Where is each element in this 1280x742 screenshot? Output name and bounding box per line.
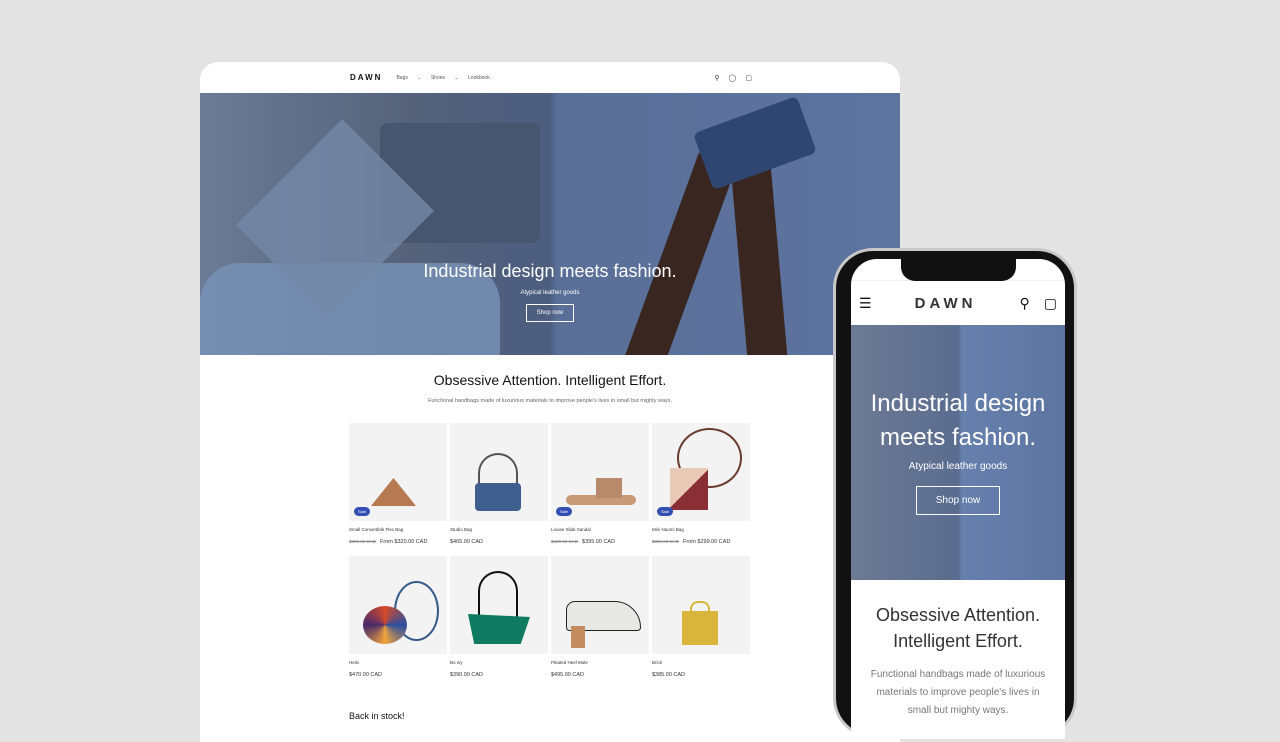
product-image[interactable]: Sale xyxy=(551,423,649,521)
original-price: $430.00 CAD xyxy=(551,539,579,544)
product-name[interactable]: Mini Naomi Bag xyxy=(652,527,750,532)
product-card[interactable]: Helix $470.00 CAD xyxy=(349,556,447,689)
current-price: $385.00 CAD xyxy=(652,672,686,678)
product-card[interactable]: Sale Mini Naomi Bag $355.00 CAD From $299… xyxy=(652,423,750,556)
product-image[interactable]: Sale xyxy=(652,423,750,521)
hero-banner: Industrial design meets fashion. Atypica… xyxy=(851,325,1065,580)
product-name[interactable]: Helix xyxy=(349,660,447,665)
cart-icon[interactable]: ▢ xyxy=(745,74,752,82)
logo[interactable]: DAWN xyxy=(350,73,382,82)
product-card[interactable]: Pleated Heel Mule $495.00 CAD xyxy=(551,556,649,689)
product-card[interactable]: Brick $385.00 CAD xyxy=(652,556,750,689)
product-card[interactable]: Bo Ivy $390.00 CAD xyxy=(450,556,548,689)
current-price: $390.00 CAD xyxy=(450,672,484,678)
product-name[interactable]: Bo Ivy xyxy=(450,660,548,665)
product-name[interactable]: Studio Bag xyxy=(450,527,548,532)
hero-title: Industrial design meets fashion. xyxy=(423,261,677,281)
shop-now-button[interactable]: Shop now xyxy=(525,304,575,322)
section-text: Functional handbags made of luxurious ma… xyxy=(427,398,673,404)
current-price: $470.00 CAD xyxy=(349,672,383,678)
sale-badge: Sale xyxy=(354,507,371,516)
main-nav: Bags ⌄ Shoes ⌄ Lookbook xyxy=(396,75,497,81)
cart-icon[interactable]: ▢ xyxy=(1044,295,1057,312)
current-price: $495.00 CAD xyxy=(551,672,585,678)
original-price: $395.00 CAD xyxy=(349,539,377,544)
current-price: $465.00 CAD xyxy=(450,539,484,545)
shop-now-button[interactable]: Shop now xyxy=(915,486,1001,515)
product-image[interactable] xyxy=(652,556,750,654)
search-icon[interactable]: ⚲ xyxy=(1020,295,1030,312)
original-price: $355.00 CAD xyxy=(652,539,680,544)
product-price: $470.00 CAD xyxy=(349,672,447,678)
product-price: $355.00 CAD From $299.00 CAD xyxy=(652,539,750,545)
section-title: Obsessive Attention. Intelligent Effort. xyxy=(433,372,667,388)
product-card[interactable]: Sale Small Convertible Flex Bag $395.00 … xyxy=(349,423,447,556)
product-price: $495.00 CAD xyxy=(551,672,649,678)
product-image[interactable] xyxy=(450,556,548,654)
nav-bags[interactable]: Bags ⌄ xyxy=(396,75,421,81)
product-grid: Sale Small Convertible Flex Bag $395.00 … xyxy=(349,423,751,689)
mobile-mockup: Free shipping on all orders! ☰ DAWN ⚲ ▢ … xyxy=(833,248,1077,739)
menu-icon[interactable]: ☰ xyxy=(859,295,872,312)
product-image[interactable] xyxy=(450,423,548,521)
current-price: From $299.00 CAD xyxy=(683,539,731,545)
hero-subtitle: Atypical leather goods xyxy=(520,290,580,296)
product-price: $395.00 CAD From $320.00 CAD xyxy=(349,539,447,545)
nav-shoes[interactable]: Shoes ⌄ xyxy=(431,75,459,81)
section-text: Functional handbags made of luxurious ma… xyxy=(870,669,1046,716)
product-name[interactable]: Pleated Heel Mule xyxy=(551,660,649,665)
nav-label: Shoes xyxy=(430,74,446,81)
product-name[interactable]: Brick xyxy=(652,660,750,665)
hero-subtitle: Atypical leather goods xyxy=(908,461,1008,472)
search-icon[interactable]: ⚲ xyxy=(714,74,719,82)
logo[interactable]: DAWN xyxy=(872,295,1020,312)
sale-badge: Sale xyxy=(657,507,674,516)
phone-notch xyxy=(901,259,1016,281)
account-icon[interactable]: ◯ xyxy=(729,74,737,82)
section-title: Obsessive Attention. Intelligent Effort. xyxy=(875,605,1041,651)
product-price: $390.00 CAD xyxy=(450,672,548,678)
hero-title: Industrial design meets fashion. xyxy=(870,390,1046,451)
product-name[interactable]: Small Convertible Flex Bag xyxy=(349,527,447,532)
product-image[interactable] xyxy=(551,556,649,654)
sale-badge: Sale xyxy=(556,507,573,516)
current-price: From $320.00 CAD xyxy=(380,539,428,545)
nav-lookbook[interactable]: Lookbook xyxy=(468,75,490,81)
desktop-mockup: DAWN Bags ⌄ Shoes ⌄ Lookbook ⚲ ◯ ▢ Indus… xyxy=(200,62,900,742)
current-price: $395.00 CAD xyxy=(582,539,616,545)
product-price: $465.00 CAD xyxy=(450,539,548,545)
product-card[interactable]: Studio Bag $465.00 CAD xyxy=(450,423,548,556)
product-image[interactable] xyxy=(349,556,447,654)
product-name[interactable]: Louise Slide Sandal xyxy=(551,527,649,532)
header: DAWN Bags ⌄ Shoes ⌄ Lookbook ⚲ ◯ ▢ xyxy=(200,62,900,93)
nav-label: Bags xyxy=(396,74,408,81)
product-price: $430.00 CAD $395.00 CAD xyxy=(551,539,649,545)
product-card[interactable]: Sale Louise Slide Sandal $430.00 CAD $395… xyxy=(551,423,649,556)
product-image[interactable]: Sale xyxy=(349,423,447,521)
product-price: $385.00 CAD xyxy=(652,672,750,678)
hero-banner: Industrial design meets fashion. Atypica… xyxy=(200,93,900,355)
